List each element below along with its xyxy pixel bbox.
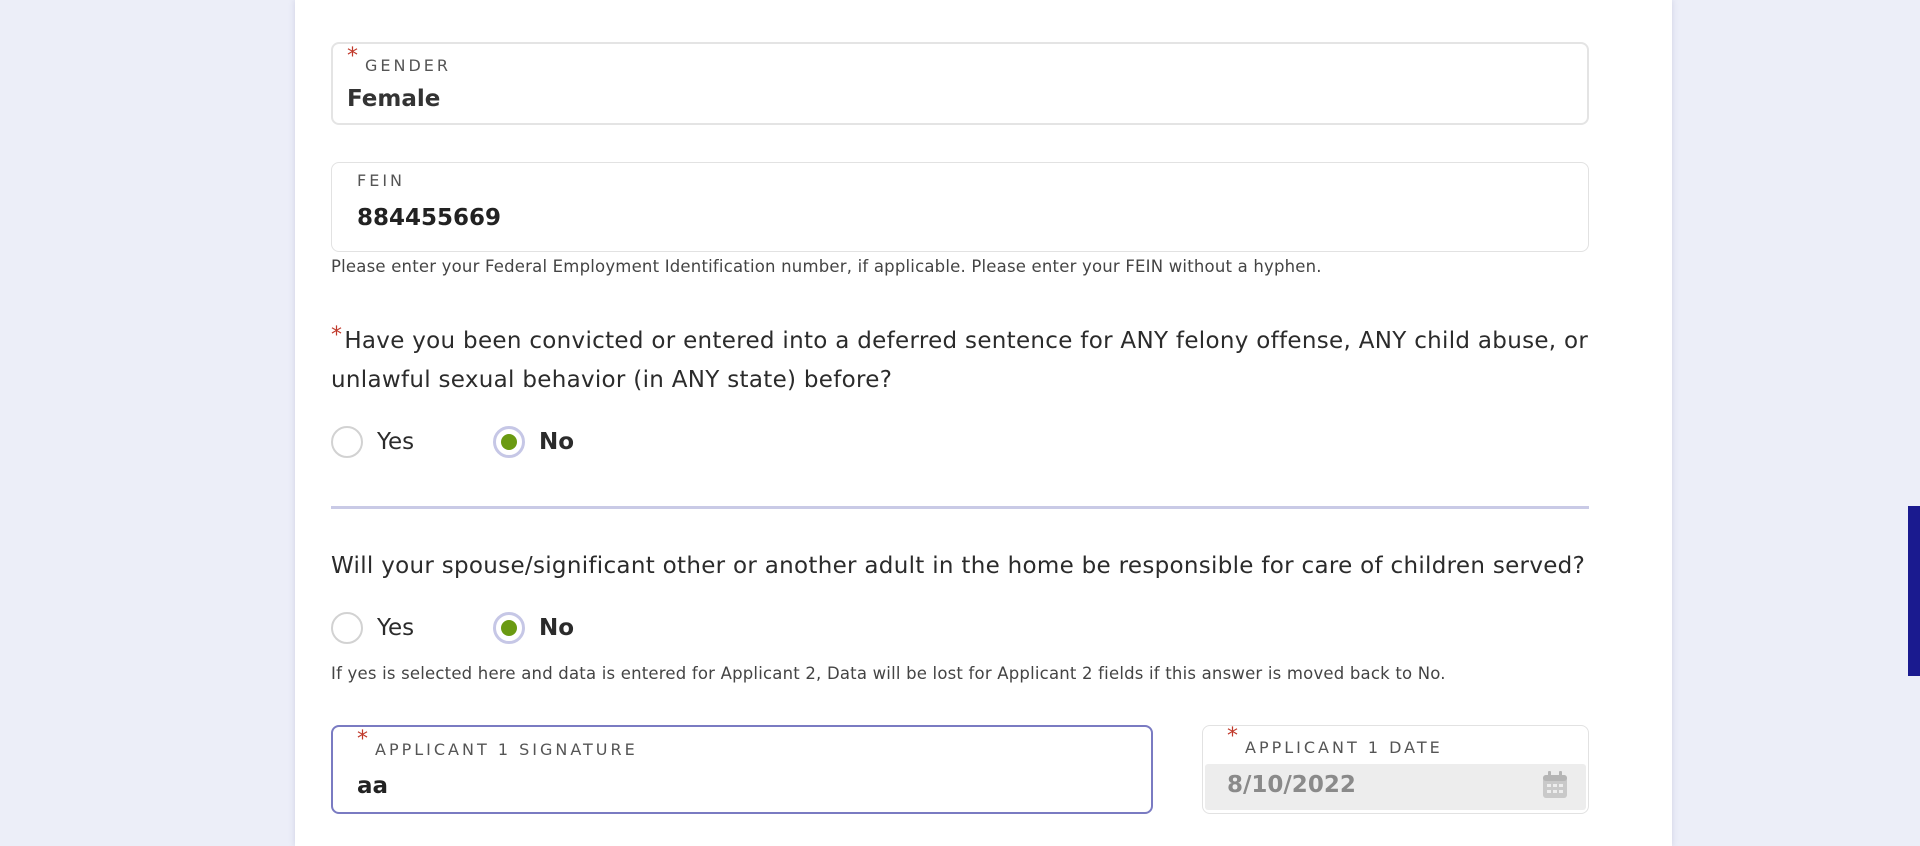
- fein-input[interactable]: 884455669: [357, 205, 501, 231]
- spouse-yes-radio[interactable]: [331, 612, 363, 644]
- required-marker: *: [357, 727, 368, 752]
- gender-select[interactable]: * Gender Female: [331, 42, 1589, 125]
- felony-question-line2: unlawful sexual behavior (in ANY state) …: [331, 367, 893, 393]
- spouse-yes-label[interactable]: Yes: [377, 615, 414, 641]
- felony-question-line1: Have you been convicted or entered into …: [344, 328, 1589, 354]
- required-marker: *: [1227, 724, 1238, 749]
- date-input[interactable]: 8/10/2022: [1227, 772, 1356, 798]
- spouse-no-option[interactable]: No: [493, 612, 574, 644]
- felony-no-label[interactable]: No: [539, 429, 574, 455]
- felony-question: *Have you been convicted or entered into…: [331, 322, 1601, 400]
- spouse-yes-option[interactable]: Yes: [331, 612, 414, 644]
- signature-field[interactable]: * Applicant 1 Signature aa: [331, 725, 1153, 814]
- signature-label: Applicant 1 Signature: [375, 740, 638, 759]
- felony-yes-option[interactable]: Yes: [331, 426, 414, 458]
- spouse-help-text: If yes is selected here and data is ente…: [331, 664, 1446, 683]
- form-card: [295, 0, 1672, 846]
- required-marker: *: [347, 44, 358, 69]
- gender-label: Gender: [365, 56, 452, 75]
- felony-no-radio[interactable]: [493, 426, 525, 458]
- fein-label: FEIN: [357, 171, 405, 190]
- felony-yes-label[interactable]: Yes: [377, 429, 414, 455]
- section-divider: [331, 506, 1589, 509]
- required-marker: *: [331, 323, 343, 348]
- spouse-question: Will your spouse/significant other or an…: [331, 553, 1586, 579]
- felony-no-option[interactable]: No: [493, 426, 574, 458]
- spouse-no-label[interactable]: No: [539, 615, 574, 641]
- spouse-no-radio[interactable]: [493, 612, 525, 644]
- felony-yes-radio[interactable]: [331, 426, 363, 458]
- gender-value: Female: [347, 86, 441, 112]
- date-label: Applicant 1 Date: [1245, 738, 1443, 757]
- fein-field[interactable]: FEIN 884455669: [331, 162, 1589, 252]
- calendar-icon[interactable]: [1542, 771, 1568, 799]
- scrollbar-thumb[interactable]: [1908, 506, 1920, 676]
- date-field[interactable]: * Applicant 1 Date 8/10/2022: [1202, 724, 1589, 814]
- fein-help-text: Please enter your Federal Employment Ide…: [331, 257, 1322, 276]
- signature-input[interactable]: aa: [357, 773, 388, 799]
